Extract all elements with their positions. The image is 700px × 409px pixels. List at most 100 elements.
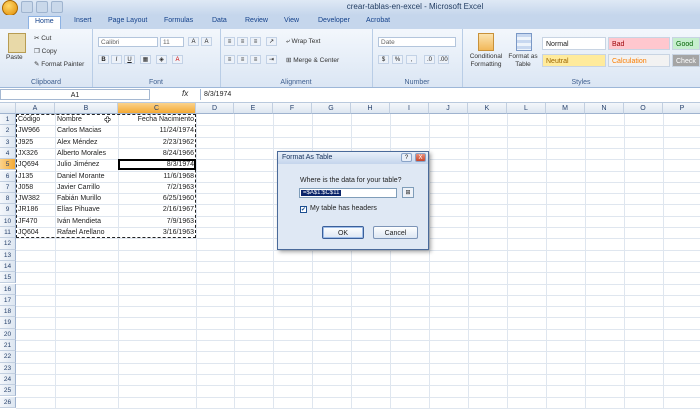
column-header[interactable]: D	[196, 103, 234, 114]
number-format-select[interactable]: Date	[378, 37, 456, 47]
tab-formulas[interactable]: Formulas	[164, 17, 193, 24]
borders-icon[interactable]: ▦	[140, 55, 151, 64]
row-header[interactable]: 15	[0, 272, 16, 284]
row-header[interactable]: 25	[0, 385, 16, 397]
column-header[interactable]: P	[663, 103, 700, 114]
row-header[interactable]: 26	[0, 396, 16, 408]
shrink-font-icon[interactable]: A	[201, 37, 212, 46]
tab-home[interactable]: Home	[28, 16, 61, 30]
row-header[interactable]: 9	[0, 204, 16, 216]
column-header[interactable]: C	[118, 103, 196, 114]
row-header[interactable]: 10	[0, 215, 16, 227]
ok-button[interactable]: OK	[322, 226, 364, 239]
column-header[interactable]: I	[390, 103, 429, 114]
row-header[interactable]: 13	[0, 249, 16, 261]
row-header[interactable]: 21	[0, 340, 16, 352]
cancel-button[interactable]: Cancel	[373, 226, 418, 239]
currency-button[interactable]: $	[378, 55, 389, 64]
align-left-icon[interactable]: ≡	[224, 55, 235, 64]
tab-data[interactable]: Data	[212, 17, 227, 24]
row-header[interactable]: 2	[0, 125, 16, 137]
select-all-corner[interactable]	[0, 103, 16, 114]
merge-center-button[interactable]: ⊞ Merge & Center	[286, 56, 339, 64]
grow-font-icon[interactable]: A	[188, 37, 199, 46]
copy-button[interactable]: ❐ Copy	[34, 47, 57, 55]
conditional-formatting-button[interactable]: Conditional Formatting	[466, 53, 506, 69]
column-header[interactable]: B	[55, 103, 118, 114]
row-header[interactable]: 22	[0, 351, 16, 363]
row-header[interactable]: 12	[0, 238, 16, 250]
column-header[interactable]: O	[624, 103, 663, 114]
column-header[interactable]: M	[546, 103, 585, 114]
increase-decimal-icon[interactable]: .0	[424, 55, 435, 64]
comma-button[interactable]: ,	[406, 55, 417, 64]
name-box[interactable]: A1	[0, 89, 150, 100]
row-header[interactable]: 23	[0, 362, 16, 374]
column-header[interactable]: L	[507, 103, 546, 114]
style-neutral[interactable]: Neutral	[542, 54, 606, 67]
row-header[interactable]: 20	[0, 328, 16, 340]
decrease-decimal-icon[interactable]: .00	[438, 55, 449, 64]
formula-input[interactable]: 8/3/1974	[200, 89, 700, 100]
row-header[interactable]: 19	[0, 317, 16, 329]
tab-acrobat[interactable]: Acrobat	[366, 17, 390, 24]
tab-developer[interactable]: Developer	[318, 17, 350, 24]
row-header[interactable]: 17	[0, 294, 16, 307]
conditional-formatting-icon[interactable]	[478, 33, 494, 51]
tab-insert[interactable]: Insert	[74, 17, 92, 24]
column-header[interactable]: K	[468, 103, 507, 114]
range-input[interactable]: =$A$1:$C$11	[299, 188, 397, 198]
align-center-icon[interactable]: ≡	[237, 55, 248, 64]
row-header[interactable]: 14	[0, 260, 16, 273]
align-top-icon[interactable]: ≡	[224, 37, 235, 46]
font-name-select[interactable]: Calibri	[98, 37, 158, 47]
column-header[interactable]: H	[351, 103, 390, 114]
italic-button[interactable]: I	[111, 55, 122, 64]
style-good[interactable]: Good	[672, 37, 700, 50]
row-header[interactable]: 8	[0, 193, 16, 205]
row-header[interactable]: 7	[0, 181, 16, 194]
worksheet-grid[interactable]: A B C D E F G H I J K L M N O P 1 2 3 4 5 6 7 8 9 10 11 12 13 14 15 16 1…	[0, 103, 700, 409]
row-header[interactable]: 4	[0, 147, 16, 160]
format-painter-button[interactable]: ✎ Format Painter	[34, 60, 84, 68]
active-cell[interactable]	[118, 159, 196, 171]
row-header[interactable]: 3	[0, 136, 16, 148]
row-header[interactable]: 6	[0, 170, 16, 182]
row-header[interactable]: 1	[0, 114, 16, 126]
range-picker-icon[interactable]: ⊞	[402, 187, 414, 198]
align-middle-icon[interactable]: ≡	[237, 37, 248, 46]
column-header[interactable]: N	[585, 103, 624, 114]
align-right-icon[interactable]: ≡	[250, 55, 261, 64]
cut-button[interactable]: ✂ Cut	[34, 34, 51, 42]
style-check[interactable]: Check	[672, 54, 700, 67]
help-icon[interactable]: ?	[401, 153, 412, 162]
close-icon[interactable]: X	[415, 153, 426, 162]
font-color-icon[interactable]: A	[172, 55, 183, 64]
style-calculation[interactable]: Calculation	[608, 54, 670, 67]
percent-button[interactable]: %	[392, 55, 403, 64]
underline-button[interactable]: U	[124, 55, 135, 64]
align-bottom-icon[interactable]: ≡	[250, 37, 261, 46]
indent-icon[interactable]: ⇥	[266, 55, 277, 64]
headers-checkbox-label[interactable]: My table has headers	[310, 205, 377, 212]
row-header[interactable]: 24	[0, 373, 16, 386]
headers-checkbox[interactable]: ✔	[300, 206, 307, 213]
column-header[interactable]: J	[429, 103, 468, 114]
style-bad[interactable]: Bad	[608, 37, 670, 50]
row-header[interactable]: 18	[0, 306, 16, 318]
bold-button[interactable]: B	[98, 55, 109, 64]
paste-icon[interactable]	[8, 33, 26, 53]
column-header[interactable]: E	[234, 103, 273, 114]
fx-icon[interactable]: fx	[182, 89, 188, 98]
row-header[interactable]: 5	[0, 159, 16, 171]
column-header[interactable]: G	[312, 103, 351, 114]
tab-page-layout[interactable]: Page Layout	[108, 17, 147, 24]
tab-view[interactable]: View	[284, 17, 299, 24]
style-normal[interactable]: Normal	[542, 37, 606, 50]
fill-color-icon[interactable]: ◈	[156, 55, 167, 64]
row-header[interactable]: 11	[0, 227, 16, 239]
format-as-table-button[interactable]: Format as Table	[508, 53, 538, 69]
column-header[interactable]: F	[273, 103, 312, 114]
row-header[interactable]: 16	[0, 283, 16, 295]
wrap-text-button[interactable]: ⤶ Wrap Text	[286, 38, 320, 46]
